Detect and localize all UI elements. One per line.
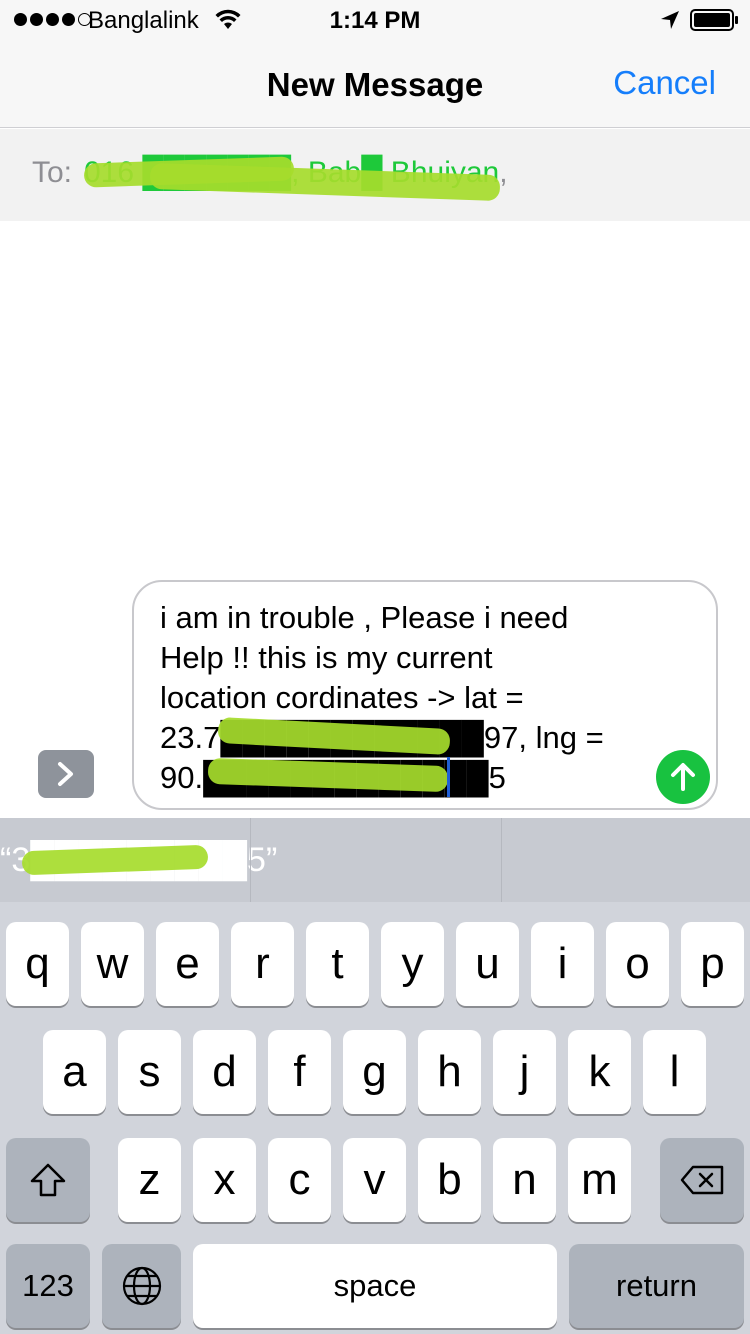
return-key[interactable]: return: [569, 1244, 744, 1328]
suggestion-item[interactable]: [250, 818, 499, 902]
key-b[interactable]: b: [418, 1138, 481, 1222]
backspace-icon: [680, 1165, 724, 1195]
key-g[interactable]: g: [343, 1030, 406, 1114]
key-c[interactable]: c: [268, 1138, 331, 1222]
cancel-button[interactable]: Cancel: [613, 64, 716, 102]
key-s[interactable]: s: [118, 1030, 181, 1114]
key-e[interactable]: e: [156, 922, 219, 1006]
expand-apps-button[interactable]: [38, 750, 94, 798]
key-u[interactable]: u: [456, 922, 519, 1006]
recipient-separator: ,: [499, 156, 508, 189]
location-arrow-icon: [661, 11, 679, 29]
arrow-up-icon: [671, 763, 695, 791]
key-q[interactable]: q: [6, 922, 69, 1006]
key-l[interactable]: l: [643, 1030, 706, 1114]
key-j[interactable]: j: [493, 1030, 556, 1114]
send-button[interactable]: [656, 750, 710, 804]
recipients-field[interactable]: To: 016 ███████, Bab█ Bhuiyan,: [0, 129, 750, 221]
suggestion-item[interactable]: [501, 818, 750, 902]
shift-key[interactable]: [6, 1138, 90, 1222]
clock: 1:14 PM: [329, 7, 421, 34]
suggestion-bar: “3█████████5”: [0, 818, 750, 902]
status-bar: Banglalink 1:14 PM: [0, 0, 750, 40]
space-key[interactable]: space: [193, 1244, 557, 1328]
key-f[interactable]: f: [268, 1030, 331, 1114]
shift-icon: [30, 1163, 66, 1197]
key-x[interactable]: x: [193, 1138, 256, 1222]
key-y[interactable]: y: [381, 922, 444, 1006]
message-input[interactable]: i am in trouble , Please i need Help !! …: [132, 580, 718, 810]
battery-icon: [690, 9, 738, 31]
globe-icon: [122, 1266, 161, 1306]
to-label: To:: [32, 156, 73, 189]
key-p[interactable]: p: [681, 922, 744, 1006]
key-v[interactable]: v: [343, 1138, 406, 1222]
chevron-right-icon: [58, 762, 73, 786]
key-z[interactable]: z: [118, 1138, 181, 1222]
key-o[interactable]: o: [606, 922, 669, 1006]
key-d[interactable]: d: [193, 1030, 256, 1114]
key-h[interactable]: h: [418, 1030, 481, 1114]
delete-key[interactable]: [660, 1138, 744, 1222]
numbers-key[interactable]: 123: [6, 1244, 90, 1328]
key-m[interactable]: m: [568, 1138, 631, 1222]
key-k[interactable]: k: [568, 1030, 631, 1114]
navigation-bar: New Message Cancel: [0, 40, 750, 128]
text-cursor: [447, 757, 450, 797]
key-w[interactable]: w: [81, 922, 144, 1006]
key-t[interactable]: t: [306, 922, 369, 1006]
key-i[interactable]: i: [531, 922, 594, 1006]
key-a[interactable]: a: [43, 1030, 106, 1114]
key-r[interactable]: r: [231, 922, 294, 1006]
globe-key[interactable]: [102, 1244, 181, 1328]
key-n[interactable]: n: [493, 1138, 556, 1222]
keyboard: “3█████████5” q w e r t y u i o p a s d …: [0, 818, 750, 1334]
